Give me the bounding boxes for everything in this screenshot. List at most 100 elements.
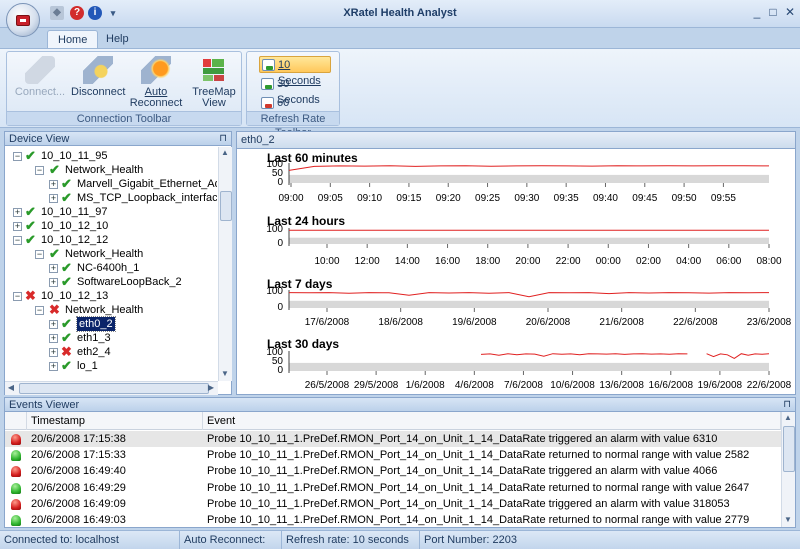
tree-node[interactable]: + ✔ NC-6400h_1 — [5, 261, 217, 275]
ok-check-icon: ✔ — [61, 274, 72, 289]
error-cross-icon: ✖ — [25, 288, 36, 303]
device-tree: − ✔ 10_10_11_95− ✔ Network_Health + ✔ Marvell_G… — [5, 147, 217, 395]
expand-icon[interactable]: + — [49, 180, 58, 189]
pin-icon[interactable]: ⊓ — [219, 132, 227, 146]
tree-node[interactable]: − ✖ 10_10_12_13 — [5, 289, 217, 303]
expand-icon[interactable]: + — [49, 334, 58, 343]
plug-icon — [25, 56, 55, 84]
rate-30-seconds-button[interactable]: 30 Seconds — [259, 76, 331, 106]
treemap-view-button[interactable]: TreeMap View — [187, 56, 241, 109]
tree-node[interactable]: − ✔ Network_Health — [5, 163, 217, 177]
tree-node[interactable]: − ✔ Network_Health — [5, 247, 217, 261]
scroll-thumb[interactable] — [783, 426, 795, 472]
connect-button[interactable]: Connect... — [13, 56, 67, 98]
tree-node-label: eth2_4 — [77, 346, 111, 358]
event-row[interactable]: 20/6/2008 16:49:40 Probe 10_10_11_1.PreDe… — [5, 463, 781, 479]
tree-node[interactable]: + ✔ 10_10_11_97 — [5, 205, 217, 219]
minimize-button[interactable]: _ — [750, 6, 764, 20]
device-tree-vertical-scrollbar[interactable]: ▲ ▼ — [218, 147, 232, 381]
scroll-down-icon[interactable]: ▼ — [219, 368, 231, 380]
ok-check-icon: ✔ — [25, 204, 36, 219]
tab-home[interactable]: Home — [47, 30, 99, 49]
tree-node-label: 10_10_11_97 — [41, 206, 108, 218]
close-button[interactable]: ✕ — [783, 6, 797, 20]
tree-node[interactable]: + ✖ eth2_4 — [5, 345, 217, 359]
collapse-icon[interactable]: − — [35, 250, 44, 259]
event-text: Probe 10_10_11_1.PreDef.RMON_Port_14_on_… — [207, 497, 730, 510]
alarm-status-icon — [11, 434, 21, 445]
event-row[interactable]: 20/6/2008 16:49:09 Probe 10_10_11_1.PreDe… — [5, 496, 781, 512]
collapse-icon[interactable]: − — [13, 292, 22, 301]
event-row[interactable]: 20/6/2008 16:49:03 Probe 10_10_11_1.PreDe… — [5, 512, 781, 528]
expand-icon[interactable]: + — [49, 362, 58, 371]
tree-node[interactable]: + ✔ eth0_2 — [5, 316, 217, 332]
application-menu-button[interactable] — [6, 3, 40, 37]
expand-icon[interactable]: + — [49, 278, 58, 287]
tree-node[interactable]: − ✔ 10_10_12_12 — [5, 233, 217, 247]
expand-icon[interactable]: + — [49, 348, 58, 357]
status-connected: Connected to: localhost — [0, 531, 180, 549]
expand-icon[interactable]: + — [13, 208, 22, 217]
column-header-event[interactable]: Event — [203, 412, 781, 430]
alarm-status-icon — [11, 466, 21, 478]
pin-icon[interactable]: ⊓ — [783, 398, 791, 412]
treemap-label-2: View — [202, 97, 226, 109]
tree-node[interactable]: − ✔ 10_10_11_95 — [5, 149, 217, 163]
tree-node[interactable]: + ✔ eth1_3 — [5, 331, 217, 345]
tree-node[interactable]: − ✖ Network_Health — [5, 303, 217, 317]
scroll-left-icon[interactable]: ◀ — [5, 382, 17, 394]
auto-reconnect-button[interactable]: Auto Reconnect — [129, 56, 183, 109]
event-text: Probe 10_10_11_1.PreDef.RMON_Port_14_on_… — [207, 433, 718, 445]
expand-icon[interactable]: + — [49, 194, 58, 203]
tree-node-label: Network_Health — [65, 304, 144, 316]
series-line — [480, 353, 688, 357]
event-row[interactable]: 20/6/2008 16:49:29 Probe 10_10_11_1.PreDe… — [5, 480, 781, 496]
scroll-right-icon[interactable]: ▶ — [205, 382, 217, 394]
alarm-status-icon — [11, 498, 21, 510]
treemap-icon — [199, 56, 229, 84]
tree-node-label: 10_10_12_10 — [41, 220, 109, 232]
collapse-icon[interactable]: − — [35, 306, 44, 315]
event-row[interactable]: 20/6/2008 17:15:38 Probe 10_10_11_1.PreDe… — [5, 431, 781, 447]
chart-panel: eth0_2 Last 60 minutes 100 50 0 09:00 09:05 09… — [236, 131, 796, 395]
collapse-icon[interactable]: − — [13, 152, 22, 161]
tree-node[interactable]: + ✔ 10_10_12_10 — [5, 219, 217, 233]
tree-node[interactable]: + ✔ SoftwareLoopBack_2 — [5, 275, 217, 289]
scroll-thumb[interactable] — [220, 191, 232, 221]
scroll-down-icon[interactable]: ▼ — [782, 514, 794, 526]
event-timestamp: 20/6/2008 16:49:29 — [31, 481, 126, 494]
scroll-up-icon[interactable]: ▲ — [782, 412, 794, 424]
expand-icon[interactable]: + — [49, 264, 58, 273]
expand-icon[interactable]: + — [49, 320, 58, 329]
normal-status-icon — [11, 515, 21, 526]
refresh-icon — [261, 97, 274, 109]
collapse-icon[interactable]: − — [13, 236, 22, 245]
expand-icon[interactable]: + — [13, 222, 22, 231]
event-text: Probe 10_10_11_1.PreDef.RMON_Port_14_on_… — [207, 481, 750, 494]
series-line — [706, 353, 770, 359]
tree-node[interactable]: +✔ MS_TCP_Loopback_interface_1 — [5, 191, 217, 205]
events-viewer-header: Events Viewer ⊓ — [5, 398, 795, 412]
column-header-status[interactable] — [5, 412, 27, 430]
disconnect-label: Disconnect — [71, 86, 126, 98]
device-tree-horizontal-scrollbar[interactable]: ◀ ▶ — [5, 381, 218, 395]
column-header-timestamp[interactable]: Timestamp — [27, 412, 203, 430]
maximize-button[interactable]: □ — [766, 6, 780, 20]
tree-node[interactable]: + ✔ lo_1 — [5, 359, 217, 373]
tree-node-label: 10_10_12_13 — [41, 290, 109, 302]
events-vertical-scrollbar[interactable]: ▲ ▼ — [781, 412, 795, 527]
event-row[interactable]: 20/6/2008 17:15:33 Probe 10_10_11_1.PreDe… — [5, 447, 781, 463]
tree-node[interactable]: +✔ Marvell_Gigabit_Ethernet_Adapte — [5, 177, 217, 191]
refresh-icon — [261, 78, 274, 90]
rate-60-seconds-button[interactable]: 60 Seconds — [259, 95, 331, 125]
tree-node-label: 10_10_12_12 — [41, 234, 109, 246]
rate-10-seconds-button[interactable]: 10 Seconds — [259, 56, 331, 87]
collapse-icon[interactable]: − — [35, 166, 44, 175]
tab-help[interactable]: Help — [96, 30, 139, 49]
ok-check-icon: ✔ — [25, 218, 36, 233]
scroll-up-icon[interactable]: ▲ — [219, 147, 231, 159]
event-timestamp: 20/6/2008 16:49:40 — [31, 465, 126, 478]
disconnect-button[interactable]: Disconnect — [71, 56, 125, 98]
scroll-thumb[interactable] — [19, 383, 209, 394]
connection-toolbar-group: Connect... Disconnect Auto Reconnect Tre… — [6, 51, 242, 126]
